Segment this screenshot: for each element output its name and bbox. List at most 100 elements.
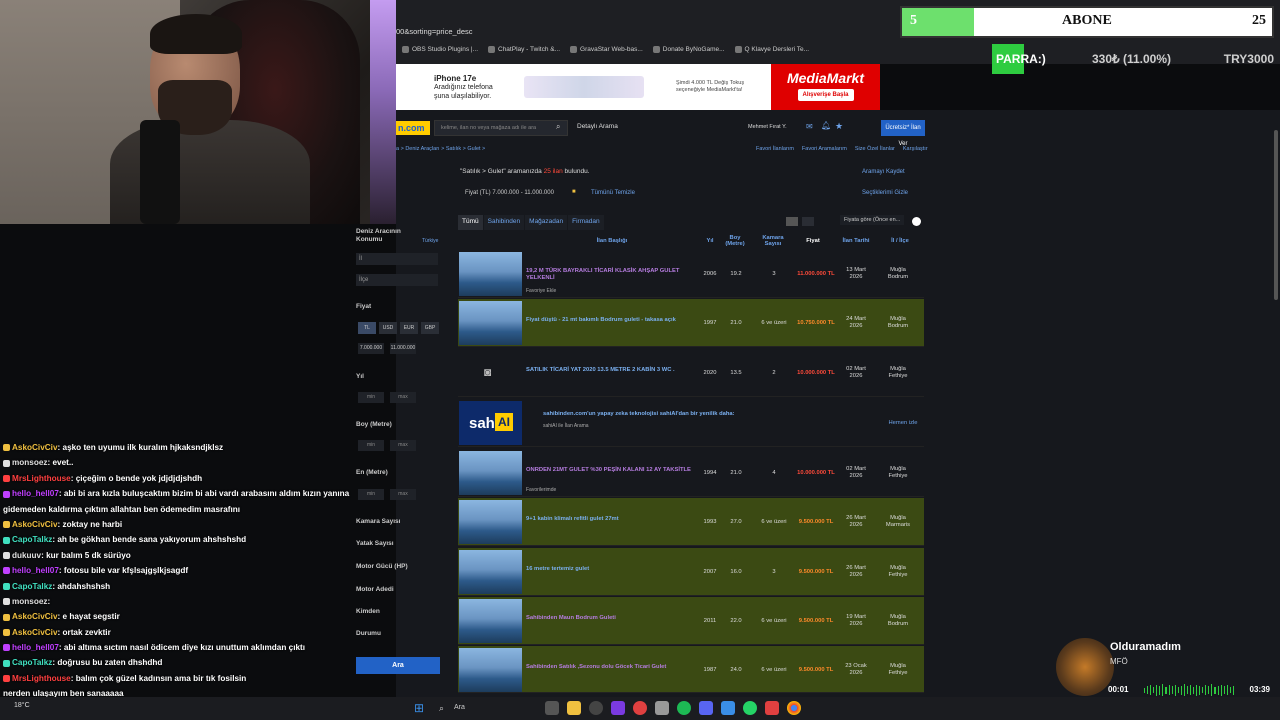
whatsapp-icon[interactable] xyxy=(743,701,757,715)
site-logo[interactable]: n.com xyxy=(396,121,430,135)
table-row[interactable]: ONRDEN 21MT GULET %30 PEŞİN KALANI 12 AY… xyxy=(458,449,924,497)
col-title[interactable]: İlan Başlığı xyxy=(558,238,666,244)
listing-title[interactable]: 16 metre tertemiz gulet xyxy=(526,566,698,573)
il-select[interactable]: İl xyxy=(356,253,438,265)
col-price[interactable]: Fiyat xyxy=(798,238,828,244)
app-icon[interactable] xyxy=(611,701,625,715)
listing-title[interactable]: Sahibinden Maun Bodrum Guleti xyxy=(526,615,698,622)
user-menu[interactable]: Mehmet Fırat Y. xyxy=(748,124,787,130)
table-row[interactable]: ◙ SATILIK TİCARİ YAT 2020 13.5 METRE 2 KA… xyxy=(458,349,924,397)
listing-title[interactable]: 9+1 kabin klimalı refitli gulet 27mt xyxy=(526,516,698,523)
currency-usd[interactable]: USD xyxy=(379,322,397,334)
file-explorer-icon[interactable] xyxy=(567,701,581,715)
table-row[interactable]: sahi AI sahibinden.com'un yapay zeka tekno… xyxy=(458,399,924,447)
chat-username[interactable]: AskoCivCiv xyxy=(12,520,58,529)
post-ad-button[interactable]: Ücretsiz* İlan Ver xyxy=(881,120,925,147)
spotify-icon[interactable] xyxy=(677,701,691,715)
tab-owner[interactable]: Sahibinden xyxy=(483,215,525,230)
col-year[interactable]: Yıl xyxy=(700,238,720,244)
favorite-listings-link[interactable]: Favori İlanlarım xyxy=(756,146,794,152)
chat-username[interactable]: MrsLighthouse xyxy=(12,474,71,483)
help-icon[interactable] xyxy=(912,217,921,226)
chat-username[interactable]: AskoCivCiv xyxy=(12,628,58,637)
chat-username[interactable]: dukuuv xyxy=(12,551,41,560)
col-length[interactable]: Boy (Metre) xyxy=(723,235,747,247)
chat-username[interactable]: CapoTalkz xyxy=(12,582,52,591)
currency-tl[interactable]: TL xyxy=(358,322,376,334)
table-row[interactable]: Sahibinden Maun Bodrum Guleti 2011 22.0 6 v… xyxy=(458,597,924,645)
task-view-icon[interactable] xyxy=(545,701,559,715)
bookmark-item[interactable]: Q Klavye Dersleri Te... xyxy=(734,45,809,53)
hide-selected-link[interactable]: Seçtiklerimi Gizle xyxy=(862,190,908,196)
chat-username[interactable]: MrsLighthouse xyxy=(12,674,71,683)
taskbar-search[interactable]: ⌕ Ara xyxy=(432,700,522,716)
star-icon[interactable]: ★ xyxy=(835,121,843,132)
list-view-icon[interactable] xyxy=(786,217,798,226)
save-search-link[interactable]: Aramayı Kaydet xyxy=(862,169,905,175)
special-listings-link[interactable]: Size Özel İlanlar xyxy=(855,146,895,152)
obs-icon[interactable] xyxy=(589,701,603,715)
sort-select[interactable]: Fiyata göre (Önce en... xyxy=(840,215,905,225)
detailed-search-link[interactable]: Detaylı Arama xyxy=(577,123,618,130)
listing-sub[interactable]: Favoriye Ekle xyxy=(526,288,556,294)
year-max-input[interactable]: max xyxy=(390,392,416,403)
engine-power-filter[interactable]: Motor Gücü (HP) xyxy=(356,563,408,570)
chat-username[interactable]: CapoTalkz xyxy=(12,658,52,667)
app-icon[interactable] xyxy=(655,701,669,715)
chat-username[interactable]: CapoTalkz xyxy=(12,535,52,544)
listing-title[interactable]: SATILIK TİCARİ YAT 2020 13.5 METRE 2 KAB… xyxy=(526,367,698,374)
bookmark-item[interactable]: ChatPlay - Twitch &... xyxy=(488,45,560,53)
listing-title[interactable]: Sahibinden Satılık ,Sezonu dolu Göcek Ti… xyxy=(526,664,698,671)
price-max-input[interactable]: 11.000.000 xyxy=(390,343,416,354)
chat-username[interactable]: hello_hell07 xyxy=(12,643,59,652)
clear-all-link[interactable]: Tümünü Temizle xyxy=(591,190,635,196)
currency-gbp[interactable]: GBP xyxy=(421,322,439,334)
col-cabins[interactable]: Kamara Sayısı xyxy=(756,235,790,247)
tab-all[interactable]: Tümü xyxy=(458,215,483,230)
table-row[interactable]: 9+1 kabin klimalı refitli gulet 27mt 1993… xyxy=(458,498,924,546)
address-bar[interactable]: 00&sorting=price_desc xyxy=(396,24,901,40)
grid-view-icon[interactable] xyxy=(802,217,814,226)
app-icon[interactable] xyxy=(633,701,647,715)
chat-username[interactable]: monsoez xyxy=(12,597,48,606)
ad-cta-button[interactable]: Alışverişe Başla xyxy=(797,89,854,101)
listing-title[interactable]: ONRDEN 21MT GULET %30 PEŞİN KALANI 12 AY… xyxy=(526,467,698,474)
col-date[interactable]: İlan Tarihi xyxy=(838,238,874,244)
page-scrollbar[interactable] xyxy=(1272,110,1280,698)
chat-username[interactable]: hello_hell07 xyxy=(12,566,59,575)
weather-widget[interactable]: 18°C xyxy=(14,702,30,709)
table-row[interactable]: 16 metre tertemiz gulet 2007 16.0 3 9.500.00… xyxy=(458,548,924,596)
listing-title[interactable]: Fiyat düştü - 21 mt bakımlı Bodrum gulet… xyxy=(526,317,698,324)
search-icon[interactable]: ⌕ xyxy=(556,122,560,132)
app-icon[interactable] xyxy=(721,701,735,715)
year-min-input[interactable]: min xyxy=(358,392,384,403)
width-max-input[interactable]: max xyxy=(390,489,416,500)
bookmark-item[interactable]: Donate ByNoGame... xyxy=(652,45,725,53)
condition-filter[interactable]: Durumu xyxy=(356,630,381,637)
col-location[interactable]: İl / İlçe xyxy=(880,238,920,244)
chrome-icon[interactable] xyxy=(787,701,801,715)
width-min-input[interactable]: min xyxy=(358,489,384,500)
remove-filter-icon[interactable]: ■ xyxy=(572,189,576,195)
country-link[interactable]: Türkiye xyxy=(422,238,438,244)
tab-company[interactable]: Firmadan xyxy=(568,215,604,230)
bookmark-item[interactable]: OBS Studio Plugins |... xyxy=(402,45,478,53)
chat-username[interactable]: AskoCivCiv xyxy=(12,443,58,452)
search-button[interactable]: Ara xyxy=(356,657,440,674)
chat-username[interactable]: monsoez xyxy=(12,458,48,467)
table-row[interactable]: Fiyat düştü - 21 mt bakımlı Bodrum gulet… xyxy=(458,299,924,347)
bell-icon[interactable]: 🔔︎ xyxy=(821,121,831,130)
price-min-input[interactable]: 7.000.000 xyxy=(358,343,384,354)
ilce-select[interactable]: İlçe xyxy=(356,274,438,286)
bookmark-item[interactable]: GravaStar Web-bas... xyxy=(570,45,643,53)
chat-username[interactable]: AskoCivCiv xyxy=(12,612,58,621)
length-max-input[interactable]: max xyxy=(390,440,416,451)
currency-eur[interactable]: EUR xyxy=(400,322,418,334)
watch-now-link[interactable]: Hemen izle xyxy=(882,420,924,427)
table-row[interactable]: 19,2 M TÜRK BAYRAKLI TİCARİ KLASİK AHŞAP… xyxy=(458,250,924,298)
windows-start-icon[interactable]: ⊞ xyxy=(414,701,424,715)
bed-filter[interactable]: Yatak Sayısı xyxy=(356,540,394,547)
opera-icon[interactable] xyxy=(765,701,779,715)
listing-title[interactable]: sahibinden.com'un yapay zeka teknolojisi… xyxy=(543,411,763,418)
cabin-filter[interactable]: Kamara Sayısı xyxy=(356,518,400,525)
